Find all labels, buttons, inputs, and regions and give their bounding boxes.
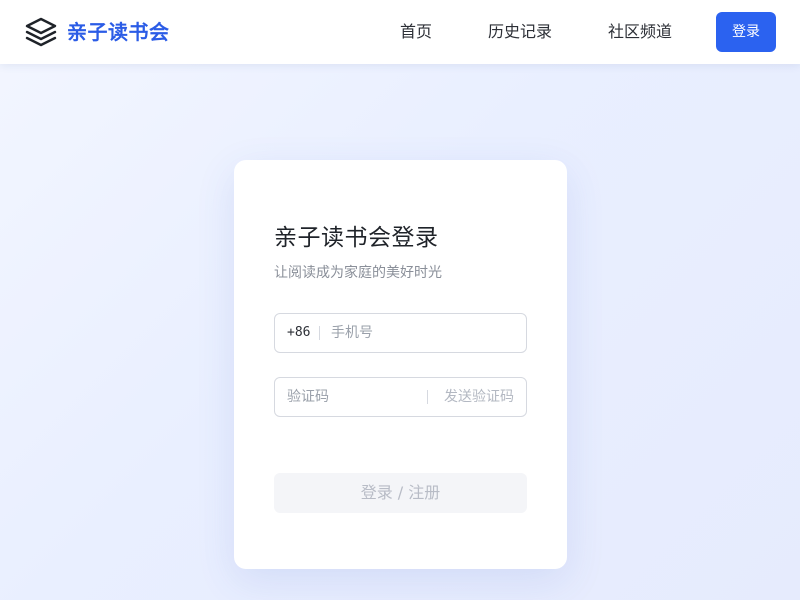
brand[interactable]: 亲子读书会 bbox=[24, 16, 170, 48]
top-navigation-bar: 亲子读书会 首页 历史记录 社区频道 登录 bbox=[0, 0, 800, 64]
nav-home[interactable]: 首页 bbox=[400, 0, 432, 64]
phone-divider bbox=[319, 326, 320, 340]
header-login-button[interactable]: 登录 bbox=[716, 12, 776, 52]
nav-community-channel[interactable]: 社区频道 bbox=[608, 0, 672, 64]
code-divider bbox=[427, 390, 428, 404]
country-code-prefix[interactable]: +86 bbox=[287, 314, 310, 352]
stacked-layers-icon bbox=[25, 17, 57, 47]
login-card: 亲子读书会登录 让阅读成为家庭的美好时光 +86 发送验证码 登录 / 注册 bbox=[234, 160, 567, 569]
phone-field: +86 bbox=[274, 313, 527, 353]
login-subtitle: 让阅读成为家庭的美好时光 bbox=[274, 265, 442, 281]
phone-input[interactable] bbox=[331, 314, 516, 352]
brand-name: 亲子读书会 bbox=[67, 20, 170, 44]
nav-history[interactable]: 历史记录 bbox=[488, 0, 552, 64]
login-title: 亲子读书会登录 bbox=[274, 225, 439, 251]
login-register-button[interactable]: 登录 / 注册 bbox=[274, 473, 527, 513]
send-code-button[interactable]: 发送验证码 bbox=[444, 378, 514, 416]
verification-code-input[interactable] bbox=[287, 378, 417, 416]
verification-code-field: 发送验证码 bbox=[274, 377, 527, 417]
